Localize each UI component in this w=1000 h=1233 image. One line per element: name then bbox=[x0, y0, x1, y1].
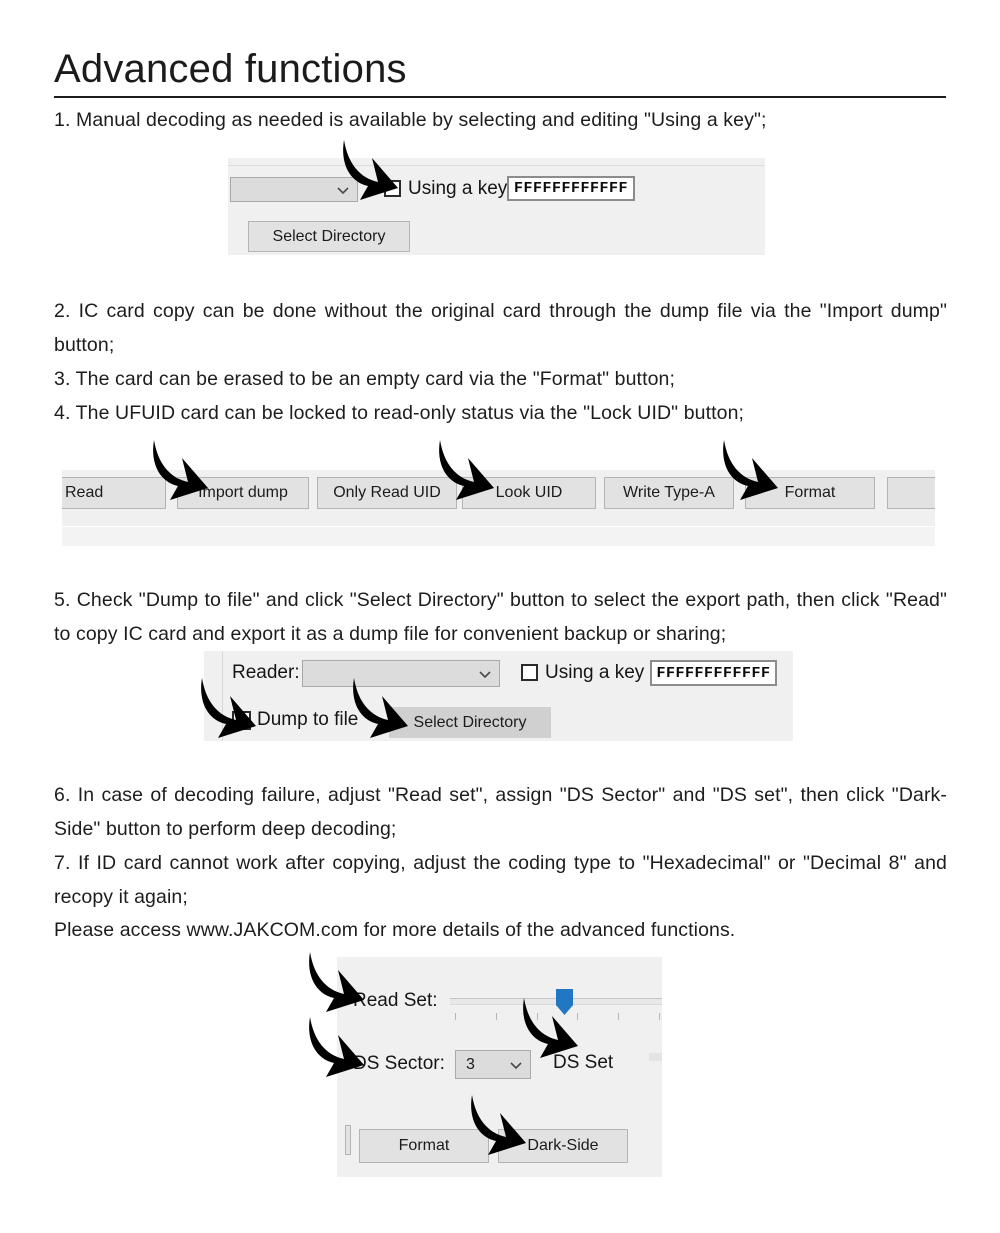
dump-to-file-label: Dump to file bbox=[257, 709, 359, 730]
look-uid-button[interactable]: Look UID bbox=[462, 477, 596, 509]
paragraph-5: 5. Check "Dump to file" and click "Selec… bbox=[54, 589, 947, 645]
title-divider bbox=[54, 96, 946, 98]
format-button[interactable]: Format bbox=[359, 1129, 489, 1163]
select-directory-button[interactable]: Select Directory bbox=[248, 221, 410, 252]
paragraph-7: 7. If ID card cannot work after copying,… bbox=[54, 852, 947, 908]
dark-side-button[interactable]: Dark-Side bbox=[498, 1129, 628, 1163]
paragraph-4: 4. The UFUID card can be locked to read-… bbox=[54, 402, 745, 424]
panel-left-rule bbox=[222, 651, 223, 741]
read-set-slider-ticks bbox=[455, 1013, 660, 1020]
page-title: Advanced functions bbox=[54, 47, 407, 91]
only-read-uid-button[interactable]: Only Read UID bbox=[317, 477, 457, 509]
strip-lower-band bbox=[62, 527, 935, 546]
read-button[interactable]: Read bbox=[62, 477, 166, 509]
paragraph-1: 1. Manual decoding as needed is availabl… bbox=[54, 109, 767, 131]
using-key-label: Using a key bbox=[545, 662, 645, 683]
panel-function-buttons-clip: Read Import dump Only Read UID Look UID … bbox=[62, 470, 935, 546]
ds-sector-dropdown[interactable]: 3 bbox=[455, 1050, 531, 1079]
panel-reader: Reader: Using a key FFFFFFFFFFFF Dump to… bbox=[204, 651, 793, 741]
reader-dropdown[interactable] bbox=[230, 177, 358, 202]
format-button[interactable]: Format bbox=[745, 477, 875, 509]
left-button-stub bbox=[345, 1125, 351, 1155]
right-edge-stub bbox=[649, 1053, 662, 1061]
dump-to-file-checkbox[interactable] bbox=[232, 711, 251, 730]
read-set-label: Read Set: bbox=[353, 990, 438, 1011]
import-dump-button[interactable]: Import dump bbox=[177, 477, 309, 509]
paragraph-3: 3. The card can be erased to be an empty… bbox=[54, 368, 675, 390]
chevron-down-icon bbox=[477, 666, 493, 682]
key-value-input[interactable]: FFFFFFFFFFFF bbox=[650, 660, 777, 686]
chevron-down-icon bbox=[335, 182, 351, 198]
ds-sector-label: DS Sector: bbox=[353, 1053, 445, 1074]
document-page: Advanced functions 1. Manual decoding as… bbox=[0, 0, 1000, 1233]
panel-function-buttons: Read Import dump Only Read UID Look UID … bbox=[62, 470, 935, 546]
da-button[interactable]: Da bbox=[887, 477, 935, 509]
reader-label: Reader: bbox=[232, 662, 300, 683]
panel-darkside: Read Set: DS Sector: 3 DS Set Format Dar… bbox=[337, 957, 662, 1177]
ds-sector-value: 3 bbox=[466, 1055, 475, 1073]
using-key-checkbox[interactable] bbox=[384, 180, 401, 197]
panel-top-divider bbox=[228, 165, 765, 166]
key-value-input[interactable]: FFFFFFFFFFFF bbox=[507, 176, 635, 201]
paragraph-6: 6. In case of decoding failure, adjust "… bbox=[54, 784, 947, 840]
paragraph-2: 2. IC card copy can be done without the … bbox=[54, 300, 947, 356]
chevron-down-icon bbox=[508, 1057, 524, 1073]
write-type-a-button[interactable]: Write Type-A bbox=[604, 477, 734, 509]
using-key-checkbox[interactable] bbox=[521, 664, 538, 681]
ds-set-label: DS Set bbox=[553, 1052, 614, 1073]
read-set-slider-thumb[interactable] bbox=[556, 989, 573, 1015]
reader-select[interactable] bbox=[302, 660, 500, 687]
panel-using-key: Using a key FFFFFFFFFFFF Select Director… bbox=[228, 158, 765, 255]
using-key-label: Using a key bbox=[408, 178, 508, 199]
select-directory-button[interactable]: Select Directory bbox=[389, 707, 551, 738]
paragraph-8: Please access www.JAKCOM.com for more de… bbox=[54, 919, 736, 941]
